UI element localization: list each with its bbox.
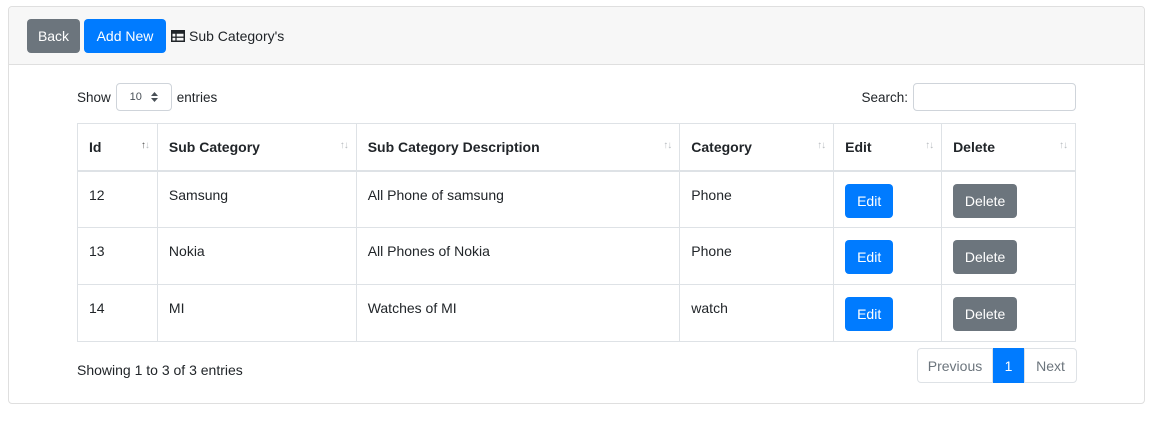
table-icon	[171, 29, 185, 42]
entries-select[interactable]: 10	[115, 83, 172, 111]
next-page-button[interactable]: Next	[1024, 348, 1077, 383]
subcategory-table: Id ↑↓ Sub Category ↑↓ Sub Category Descrip…	[77, 123, 1076, 342]
column-header-edit[interactable]: Edit ↑↓	[833, 123, 943, 172]
page-title-group: Sub Category's	[171, 28, 284, 44]
column-header-category[interactable]: Category ↑↓	[679, 123, 835, 172]
entries-select-value: 10	[129, 91, 142, 103]
sort-icon: ↑↓	[339, 140, 349, 151]
cell-description: Watches of MI	[355, 284, 681, 342]
search-input[interactable]	[913, 83, 1076, 111]
cell-description: All Phones of Nokia	[355, 227, 681, 285]
cell-category: Phone	[679, 227, 835, 285]
edit-button[interactable]: Edit	[845, 183, 894, 218]
page-1-button[interactable]: 1	[993, 348, 1024, 383]
cell-edit: Edit	[833, 227, 943, 285]
cell-delete: Delete	[941, 227, 1076, 285]
table-row: 13 Nokia All Phones of Nokia Phone Edit …	[77, 227, 1076, 285]
cell-category: Phone	[679, 170, 835, 228]
show-label: Show	[77, 89, 111, 105]
sort-icon: ↑↓	[817, 140, 826, 151]
column-header-delete[interactable]: Delete ↑↓	[941, 123, 1076, 172]
table-header-row: Id ↑↓ Sub Category ↑↓ Sub Category Descrip…	[77, 123, 1076, 172]
delete-button[interactable]: Delete	[953, 297, 1018, 331]
page-title: Sub Category's	[189, 27, 285, 44]
column-header-id[interactable]: Id ↑↓	[77, 123, 158, 172]
subcategory-card: Back Add New Sub Category's Show 10 entr…	[8, 6, 1145, 404]
add-new-button[interactable]: Add New	[84, 18, 166, 53]
cell-sub-category: Samsung	[156, 170, 357, 228]
edit-button[interactable]: Edit	[845, 240, 894, 274]
length-control: Show 10 entries	[77, 82, 217, 112]
cell-category: watch	[679, 284, 835, 342]
select-arrows-icon	[150, 92, 158, 102]
table-controls: Show 10 entries Search:	[77, 82, 1076, 112]
cell-description: All Phone of samsung	[355, 170, 681, 228]
cell-sub-category: Nokia	[156, 227, 357, 285]
search-control: Search:	[861, 82, 1076, 112]
table-row: 14 MI Watches of MI watch Edit Delete	[77, 284, 1076, 342]
delete-button[interactable]: Delete	[953, 240, 1018, 274]
entries-label: entries	[176, 89, 218, 105]
column-header-description[interactable]: Sub Category Description ↑↓	[355, 123, 681, 172]
search-label: Search:	[861, 89, 908, 105]
table-row: 12 Samsung All Phone of samsung Phone Ed…	[77, 170, 1076, 228]
cell-id: 14	[77, 284, 158, 342]
sort-icon: ↑↓	[1059, 140, 1068, 151]
cell-delete: Delete	[941, 284, 1076, 342]
back-button[interactable]: Back	[27, 18, 80, 53]
sort-icon: ↑↓	[925, 140, 934, 151]
cell-delete: Delete	[941, 170, 1076, 228]
card-header: Back Add New Sub Category's	[9, 7, 1144, 65]
cell-id: 13	[77, 227, 158, 285]
cell-edit: Edit	[833, 170, 943, 228]
cell-id: 12	[77, 170, 158, 228]
previous-page-button[interactable]: Previous	[917, 348, 993, 383]
sort-icon: ↑↓	[663, 140, 672, 151]
cell-sub-category: MI	[156, 284, 357, 342]
delete-button[interactable]: Delete	[953, 183, 1018, 218]
table-info: Showing 1 to 3 of 3 entries	[77, 362, 243, 378]
sort-icon: ↑↓	[140, 140, 150, 151]
column-header-sub-category[interactable]: Sub Category ↑↓	[156, 123, 357, 172]
edit-button[interactable]: Edit	[845, 297, 894, 331]
pagination: Previous 1 Next	[917, 348, 1077, 383]
cell-edit: Edit	[833, 284, 943, 342]
